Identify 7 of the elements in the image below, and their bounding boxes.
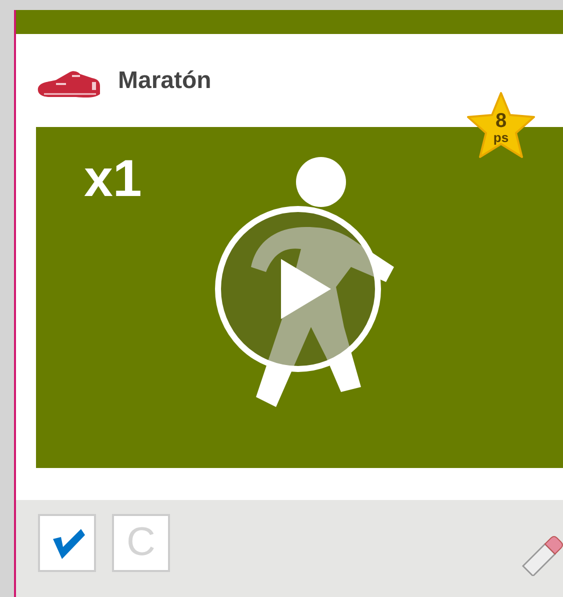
points-badge: 8 ps xyxy=(466,91,536,159)
check-button[interactable] xyxy=(38,514,96,572)
activity-title: Maratón xyxy=(118,66,212,94)
eraser-icon[interactable] xyxy=(519,534,563,576)
multiplier-label: x1 xyxy=(84,149,142,209)
play-button[interactable] xyxy=(213,204,383,374)
shoe-icon xyxy=(36,70,102,100)
